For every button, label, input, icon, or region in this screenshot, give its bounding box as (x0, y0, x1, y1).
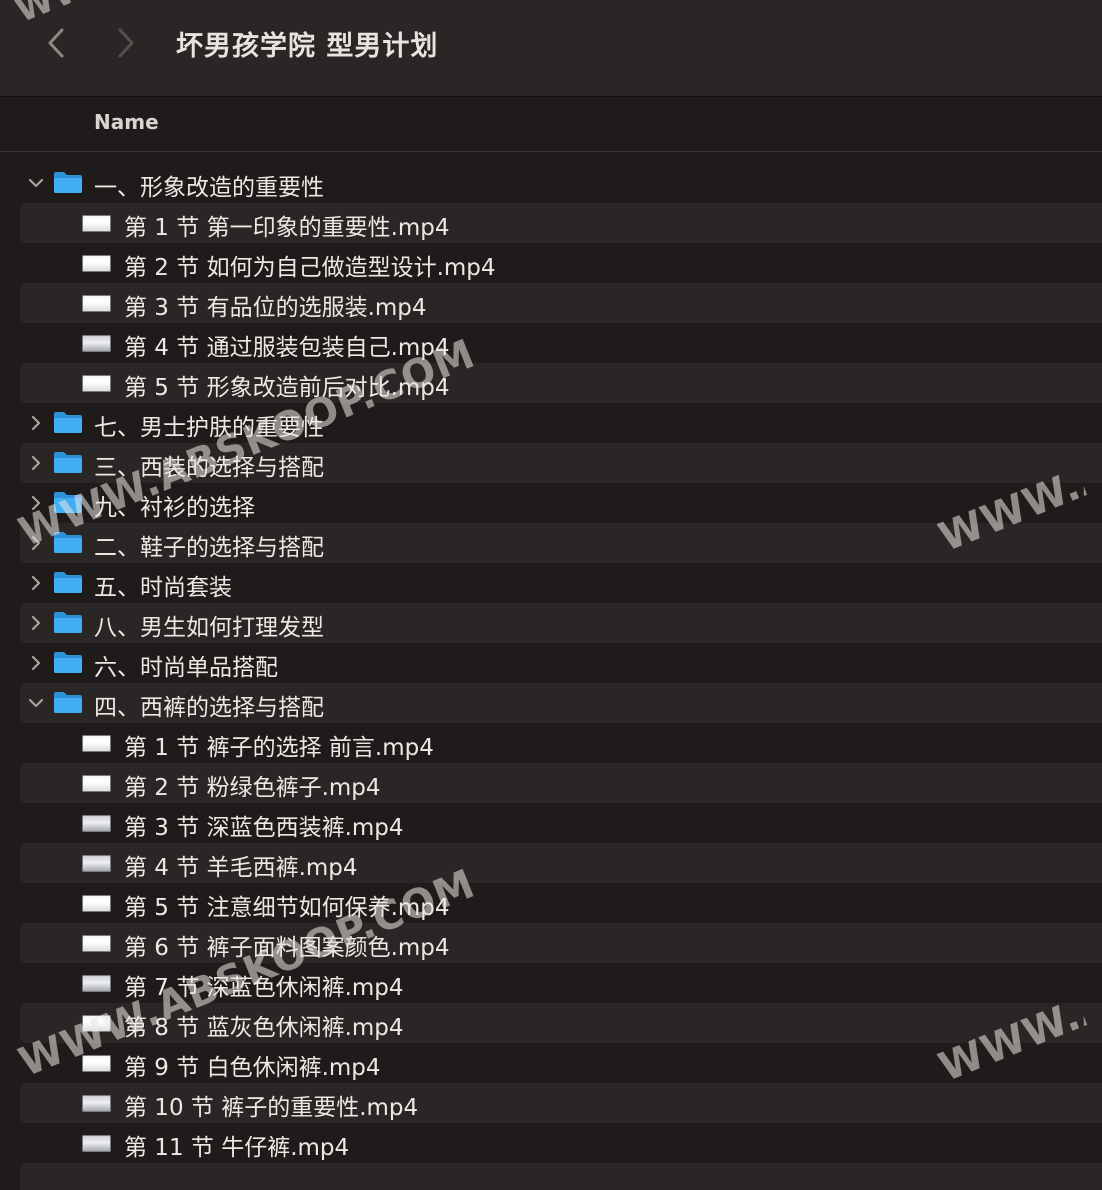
video-file-icon (82, 295, 111, 312)
file-name: 第 11 节 牛仔裤.mp4 (124, 1135, 350, 1161)
video-file-icon (82, 1095, 111, 1112)
file-name: 第 2 节 粉绿色裤子.mp4 (124, 775, 381, 801)
folder-name: 九、衬衫的选择 (94, 495, 255, 521)
chevron-right-icon (118, 28, 134, 58)
column-header: Name (0, 97, 1102, 152)
video-file-icon (82, 335, 111, 352)
file-row[interactable]: 第 1 节 裤子的选择 前言.mp4 (20, 723, 1102, 763)
file-row[interactable]: 第 10 节 裤子的重要性.mp4 (20, 1083, 1102, 1123)
file-name: 第 8 节 蓝灰色休闲裤.mp4 (124, 1015, 404, 1041)
folder-name: 五、时尚套装 (94, 575, 232, 601)
file-row[interactable]: 第 9 节 白色休闲裤.mp4 (20, 1043, 1102, 1083)
file-row[interactable]: 第 6 节 裤子面料图案颜色.mp4 (20, 923, 1102, 963)
folder-icon (53, 570, 83, 594)
video-file-icon (82, 855, 111, 872)
video-file-icon (82, 1135, 111, 1152)
file-name: 第 4 节 通过服装包装自己.mp4 (124, 335, 450, 361)
video-file-icon (82, 215, 111, 232)
title-bar: 坏男孩学院 型男计划 (0, 0, 1102, 97)
folder-icon (53, 490, 83, 514)
chevron-right-icon[interactable] (26, 533, 46, 553)
file-row[interactable]: 第 4 节 通过服装包装自己.mp4 (20, 323, 1102, 363)
video-file-icon (82, 735, 111, 752)
video-file-icon (82, 1015, 111, 1032)
folder-name: 一、形象改造的重要性 (94, 175, 324, 201)
file-name: 第 9 节 白色休闲裤.mp4 (124, 1055, 381, 1081)
file-name: 第 3 节 深蓝色西装裤.mp4 (124, 815, 404, 841)
chevron-right-icon[interactable] (26, 413, 46, 433)
file-row[interactable]: 第 3 节 有品位的选服装.mp4 (20, 283, 1102, 323)
folder-icon (53, 650, 83, 674)
file-name: 第 4 节 羊毛西裤.mp4 (124, 855, 358, 881)
chevron-right-icon[interactable] (26, 453, 46, 473)
file-name: 第 2 节 如何为自己做造型设计.mp4 (124, 255, 496, 281)
file-name: 第 1 节 裤子的选择 前言.mp4 (124, 735, 434, 761)
file-list: 一、形象改造的重要性第 1 节 第一印象的重要性.mp4 第 2 节 如何为自己做… (0, 163, 1102, 1163)
folder-row[interactable]: 二、鞋子的选择与搭配 (20, 523, 1102, 563)
folder-name: 二、鞋子的选择与搭配 (94, 535, 324, 561)
chevron-left-icon (48, 28, 64, 58)
back-button[interactable] (44, 26, 68, 60)
list-filler-row (20, 1163, 1102, 1190)
chevron-right-icon[interactable] (26, 573, 46, 593)
file-name: 第 10 节 裤子的重要性.mp4 (124, 1095, 419, 1121)
file-row[interactable]: 第 2 节 如何为自己做造型设计.mp4 (20, 243, 1102, 283)
folder-name: 三、西装的选择与搭配 (94, 455, 324, 481)
chevron-down-icon[interactable] (26, 173, 46, 193)
file-row[interactable]: 第 5 节 注意细节如何保养.mp4 (20, 883, 1102, 923)
folder-name: 八、男生如何打理发型 (94, 615, 324, 641)
folder-row[interactable]: 一、形象改造的重要性 (20, 163, 1102, 203)
folder-row[interactable]: 三、西装的选择与搭配 (20, 443, 1102, 483)
file-row[interactable]: 第 1 节 第一印象的重要性.mp4 (20, 203, 1102, 243)
file-name: 第 6 节 裤子面料图案颜色.mp4 (124, 935, 450, 961)
file-row[interactable]: 第 2 节 粉绿色裤子.mp4 (20, 763, 1102, 803)
folder-row[interactable]: 四、西裤的选择与搭配 (20, 683, 1102, 723)
folder-icon (53, 610, 83, 634)
folder-row[interactable]: 九、衬衫的选择 (20, 483, 1102, 523)
name-column-header[interactable]: Name (94, 110, 159, 134)
folder-icon (53, 450, 83, 474)
folder-icon (53, 410, 83, 434)
folder-row[interactable]: 八、男生如何打理发型 (20, 603, 1102, 643)
file-name: 第 5 节 形象改造前后对比.mp4 (124, 375, 450, 401)
folder-name: 六、时尚单品搭配 (94, 655, 278, 681)
file-name: 第 5 节 注意细节如何保养.mp4 (124, 895, 450, 921)
folder-row[interactable]: 七、男士护肤的重要性 (20, 403, 1102, 443)
folder-row[interactable]: 五、时尚套装 (20, 563, 1102, 603)
file-row[interactable]: 第 3 节 深蓝色西装裤.mp4 (20, 803, 1102, 843)
video-file-icon (82, 375, 111, 392)
forward-button[interactable] (114, 26, 138, 60)
file-row[interactable]: 第 7 节 深蓝色休闲裤.mp4 (20, 963, 1102, 1003)
file-row[interactable]: 第 8 节 蓝灰色休闲裤.mp4 (20, 1003, 1102, 1043)
file-row[interactable]: 第 11 节 牛仔裤.mp4 (20, 1123, 1102, 1163)
video-file-icon (82, 255, 111, 272)
folder-icon (53, 530, 83, 554)
folder-name: 四、西裤的选择与搭配 (94, 695, 324, 721)
file-name: 第 3 节 有品位的选服装.mp4 (124, 295, 427, 321)
video-file-icon (82, 975, 111, 992)
file-row[interactable]: 第 4 节 羊毛西裤.mp4 (20, 843, 1102, 883)
chevron-down-icon[interactable] (26, 693, 46, 713)
file-row[interactable]: 第 5 节 形象改造前后对比.mp4 (20, 363, 1102, 403)
file-name: 第 1 节 第一印象的重要性.mp4 (124, 215, 450, 241)
file-name: 第 7 节 深蓝色休闲裤.mp4 (124, 975, 404, 1001)
folder-icon (53, 690, 83, 714)
folder-icon (53, 170, 83, 194)
video-file-icon (82, 1055, 111, 1072)
video-file-icon (82, 935, 111, 952)
video-file-icon (82, 815, 111, 832)
chevron-right-icon[interactable] (26, 613, 46, 633)
chevron-right-icon[interactable] (26, 653, 46, 673)
folder-name: 七、男士护肤的重要性 (94, 415, 324, 441)
video-file-icon (82, 895, 111, 912)
video-file-icon (82, 775, 111, 792)
folder-row[interactable]: 六、时尚单品搭配 (20, 643, 1102, 683)
window-title: 坏男孩学院 型男计划 (176, 31, 439, 62)
chevron-right-icon[interactable] (26, 493, 46, 513)
